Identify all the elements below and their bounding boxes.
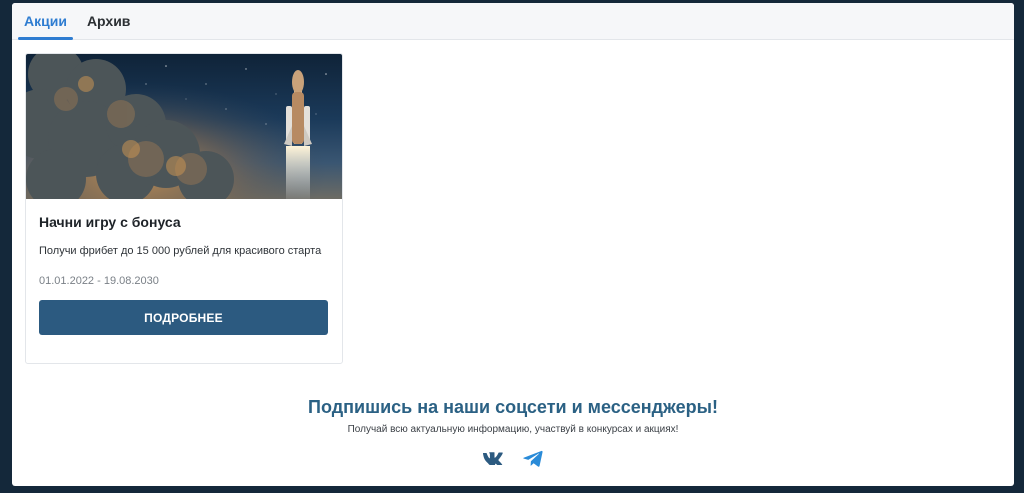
promo-dates: 01.01.2022 - 19.08.2030 — [39, 275, 159, 287]
details-button[interactable]: ПОДРОБНЕЕ — [39, 300, 328, 335]
promo-title: Начни игру с бонуса — [39, 214, 181, 230]
tab-promotions[interactable]: Акции — [18, 3, 73, 40]
promo-card: Начни игру с бонуса Получи фрибет до 15 … — [25, 53, 343, 364]
promo-image — [26, 54, 342, 199]
telegram-icon[interactable] — [522, 449, 544, 467]
promotions-panel: Акции Архив Начни игру с бонуса Получи ф… — [12, 3, 1014, 486]
tab-archive[interactable]: Архив — [81, 3, 136, 39]
subscribe-section: Подпишись на наши соцсети и мессенджеры!… — [12, 396, 1014, 467]
vk-icon[interactable] — [482, 449, 504, 467]
social-links — [12, 449, 1014, 467]
subscribe-text: Получай всю актуальную информацию, участ… — [347, 424, 679, 435]
subscribe-title: Подпишись на наши соцсети и мессенджеры! — [308, 397, 718, 417]
tab-bar: Акции Архив — [12, 3, 1014, 40]
promo-description: Получи фрибет до 15 000 рублей для краси… — [39, 245, 322, 257]
promo-card-body: Начни игру с бонуса Получи фрибет до 15 … — [26, 199, 342, 335]
